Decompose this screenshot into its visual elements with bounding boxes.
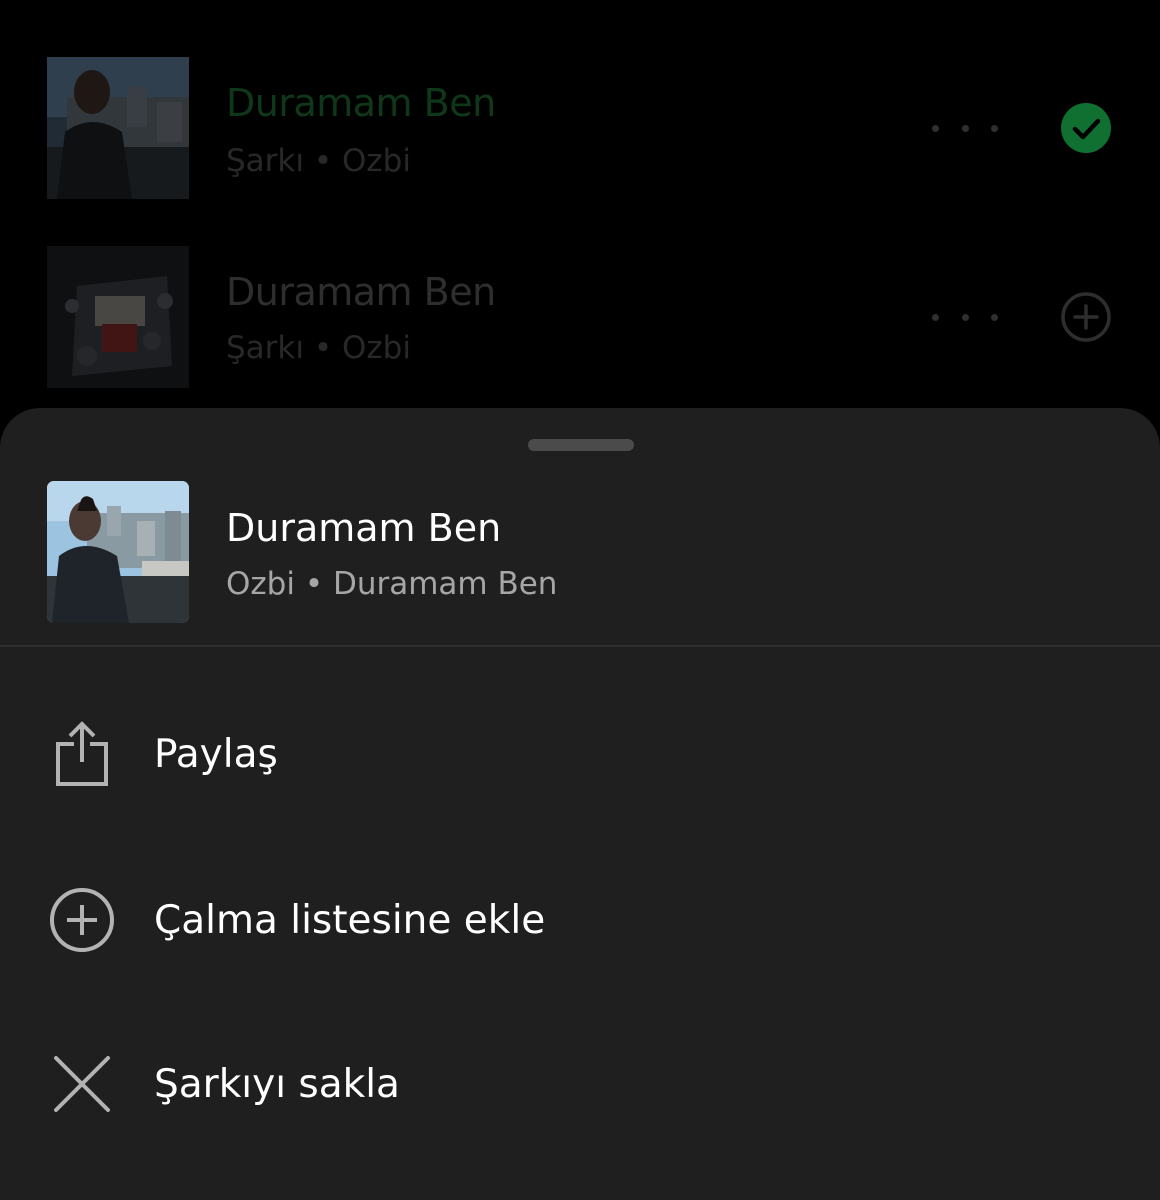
sheet-track-subtitle: Ozbi • Duramam Ben [226,566,558,602]
share-action[interactable]: Paylaş [0,694,1160,814]
dim-overlay [0,0,1160,420]
close-icon [48,1050,116,1118]
share-icon [48,720,116,788]
context-menu-sheet: Duramam Ben Ozbi • Duramam Ben Paylaş Ça… [0,408,1160,1200]
album-art [47,481,189,623]
action-label: Şarkıyı sakla [154,1062,400,1107]
drag-handle[interactable] [528,439,634,451]
action-label: Çalma listesine ekle [154,898,546,943]
add-to-playlist-action[interactable]: Çalma listesine ekle [0,860,1160,980]
track-list: Duramam Ben Şarkı • Ozbi Duramam Ben Şar… [0,0,1160,420]
sheet-track-title: Duramam Ben [226,506,502,550]
hide-song-action[interactable]: Şarkıyı sakla [0,1024,1160,1144]
divider [0,645,1160,647]
add-circle-icon [48,886,116,954]
action-label: Paylaş [154,732,278,777]
